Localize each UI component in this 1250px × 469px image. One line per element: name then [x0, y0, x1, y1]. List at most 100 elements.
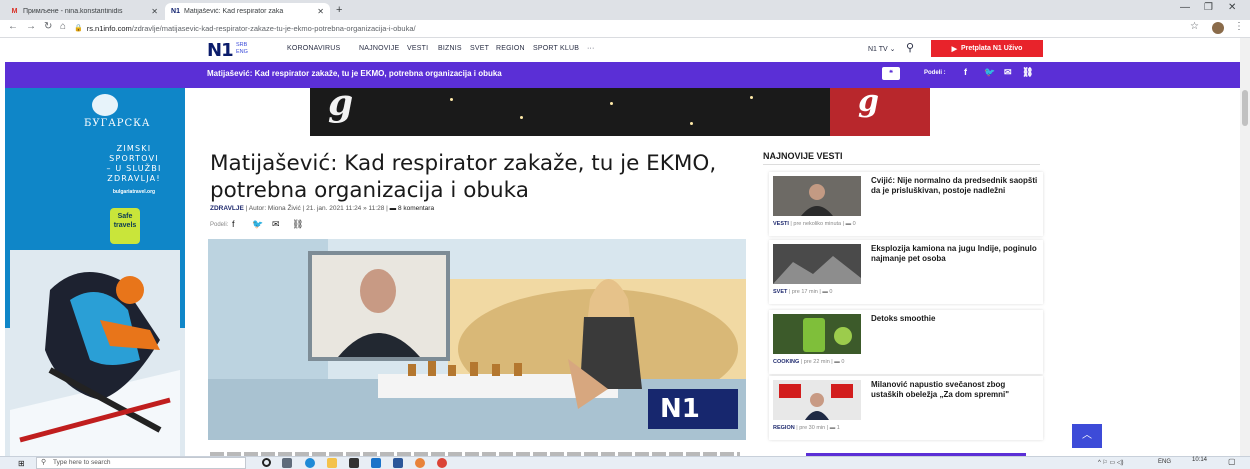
news-title[interactable]: Detoks smoothie — [871, 314, 1039, 324]
paint-icon[interactable] — [415, 458, 425, 468]
nav-sport-klub[interactable]: SPORT KLUB — [533, 45, 579, 52]
article-photo[interactable]: N1 — [208, 239, 746, 440]
ad-line: ZIMSKI — [116, 144, 152, 153]
windows-start-icon[interactable]: ⊞ — [18, 459, 25, 468]
word-icon[interactable] — [393, 458, 403, 468]
browser-menu-icon[interactable]: ⋮ — [1234, 21, 1244, 32]
mail-icon[interactable] — [371, 458, 381, 468]
share-label: Podeli: — [210, 222, 229, 228]
news-card[interactable]: Cvijić: Nije normalno da predsednik saop… — [769, 172, 1043, 236]
news-card[interactable]: Eksplozija kamiona na jugu Indije, pogin… — [769, 240, 1043, 304]
news-time: pre 17 min — [791, 289, 818, 295]
news-category[interactable]: COOKING — [773, 359, 799, 365]
nav-biznis[interactable]: BIZNIS — [438, 45, 462, 52]
reload-icon[interactable]: ↻ — [44, 21, 52, 32]
nav-region[interactable]: REGION — [496, 45, 525, 52]
close-tab-icon[interactable]: ✕ — [151, 7, 158, 16]
tab-title: Примљене - nina.konstantinidis — [23, 8, 123, 15]
news-thumbnail — [773, 244, 861, 284]
link-icon[interactable]: ⛓ — [1022, 67, 1033, 78]
article-date: 21. jan. 2021 11:24 » 11:28 — [306, 205, 385, 212]
news-comments: 1 — [836, 425, 840, 431]
banner-letter-graphic: g — [328, 88, 354, 124]
article-category[interactable]: ZDRAVLJE — [210, 205, 244, 212]
lock-icon: 🔒 — [74, 25, 83, 32]
nav-more[interactable]: ··· — [587, 45, 595, 52]
nav-vesti[interactable]: VESTI — [407, 45, 428, 52]
back-to-top-button[interactable]: ︿ — [1072, 424, 1102, 448]
ad-brand: БУГАРСКА — [84, 118, 151, 129]
n1-favicon-icon: N1 — [171, 8, 180, 15]
gmail-icon: M — [11, 8, 18, 15]
close-window-icon[interactable]: ✕ — [1228, 2, 1236, 13]
email-icon[interactable]: ✉ — [272, 219, 280, 230]
taskbar-search-input[interactable]: ⚲ Type here to search — [36, 457, 246, 469]
article-comments[interactable]: 8 komentara — [398, 205, 434, 212]
close-tab-icon[interactable]: ✕ — [317, 7, 324, 16]
news-title[interactable]: Milanović napustio svečanost zbog ustašk… — [871, 380, 1039, 399]
chrome-icon[interactable] — [437, 458, 447, 468]
clock-time[interactable]: 10:14 — [1192, 457, 1207, 463]
news-comments: 0 — [841, 359, 845, 365]
address-bar[interactable]: 🔒 rs.n1info.com/zdravlje/matijasevic-kad… — [74, 21, 1174, 35]
language-switch[interactable]: SRB ENG — [236, 42, 248, 56]
n1tv-dropdown[interactable]: N1 TV ⌄ — [868, 45, 896, 53]
ad-safe-travels-badge: Safe travels — [110, 208, 140, 244]
news-thumbnail — [773, 380, 861, 420]
input-language[interactable]: ENG — [1158, 459, 1171, 465]
facebook-icon[interactable]: f — [232, 219, 235, 229]
search-icon: ⚲ — [41, 459, 47, 466]
ad-rose-emblem — [92, 94, 118, 116]
taskbar-search-placeholder: Type here to search — [53, 459, 111, 466]
news-card[interactable]: Milanović napustio svečanost zbog ustašk… — [769, 376, 1043, 440]
search-icon[interactable]: ⚲ — [906, 41, 914, 54]
nav-koronavirus[interactable]: KORONAVIRUS — [287, 45, 340, 52]
news-time: pre 30 min — [799, 425, 826, 431]
subscribe-button[interactable]: ▶ Pretplata N1 Uživo — [931, 40, 1043, 57]
nav-najnovije[interactable]: NAJNOVIJE — [359, 45, 399, 52]
new-tab-button[interactable]: + — [336, 4, 342, 16]
heading-divider — [763, 164, 1040, 165]
browser-tab-gmail[interactable]: M Примљене - nina.konstantinidis ✕ — [4, 3, 164, 20]
news-meta: VESTI | pre nekoliko minuta | ▬ 0 — [773, 221, 856, 227]
lang-secondary[interactable]: ENG — [236, 49, 248, 56]
store-icon[interactable] — [349, 458, 359, 468]
edge-icon[interactable] — [305, 458, 315, 468]
twitter-icon[interactable]: 🐦 — [984, 67, 995, 78]
link-icon[interactable]: ⛓ — [292, 219, 303, 230]
browser-tab-article[interactable]: N1 Matijašević: Kad respirator zaka ✕ — [165, 3, 330, 20]
profile-avatar[interactable] — [1212, 22, 1224, 34]
task-view-icon[interactable] — [282, 458, 292, 468]
sticky-article-bar — [5, 62, 1245, 88]
news-category[interactable]: SVET — [773, 289, 787, 295]
forward-icon[interactable]: → — [26, 21, 36, 32]
scrollbar-thumb[interactable] — [1242, 90, 1248, 126]
news-title[interactable]: Cvijić: Nije normalno da predsednik saop… — [871, 176, 1039, 195]
comment-icon: ▬ — [834, 359, 840, 365]
news-title[interactable]: Eksplozija kamiona na jugu Indije, pogin… — [871, 244, 1039, 263]
nav-svet[interactable]: SVET — [470, 45, 489, 52]
top-banner-ad[interactable]: g g — [310, 88, 930, 136]
news-category[interactable]: VESTI — [773, 221, 789, 227]
home-icon[interactable]: ⌂ — [60, 21, 66, 32]
email-icon[interactable]: ✉ — [1004, 67, 1012, 78]
news-card[interactable]: Detoks smoothie COOKING | pre 22 min | ▬… — [769, 310, 1043, 374]
file-explorer-icon[interactable] — [327, 458, 337, 468]
news-category[interactable]: REGION — [773, 425, 795, 431]
lang-primary[interactable]: SRB — [236, 42, 248, 49]
tray-icons[interactable]: ^ ⚐ ▭ ◁) — [1098, 459, 1123, 466]
restore-icon[interactable]: ❐ — [1204, 2, 1213, 13]
ad-line: – U SLUŽBI — [106, 164, 162, 173]
comment-icon[interactable]: ❝ — [882, 67, 900, 80]
n1-logo[interactable]: N1 — [207, 40, 234, 61]
notifications-icon[interactable]: ▢ — [1228, 457, 1236, 466]
bookmark-star-icon[interactable]: ☆ — [1190, 21, 1199, 32]
facebook-icon[interactable]: f — [964, 67, 967, 77]
article-author: Autor: Miona Živić — [248, 205, 301, 212]
cortana-icon[interactable] — [262, 458, 271, 467]
back-icon[interactable]: ← — [8, 21, 18, 32]
bokeh-light — [610, 102, 613, 105]
tab-title: Matijašević: Kad respirator zaka — [184, 8, 284, 15]
minimize-icon[interactable]: — — [1180, 2, 1190, 13]
twitter-icon[interactable]: 🐦 — [252, 219, 263, 230]
